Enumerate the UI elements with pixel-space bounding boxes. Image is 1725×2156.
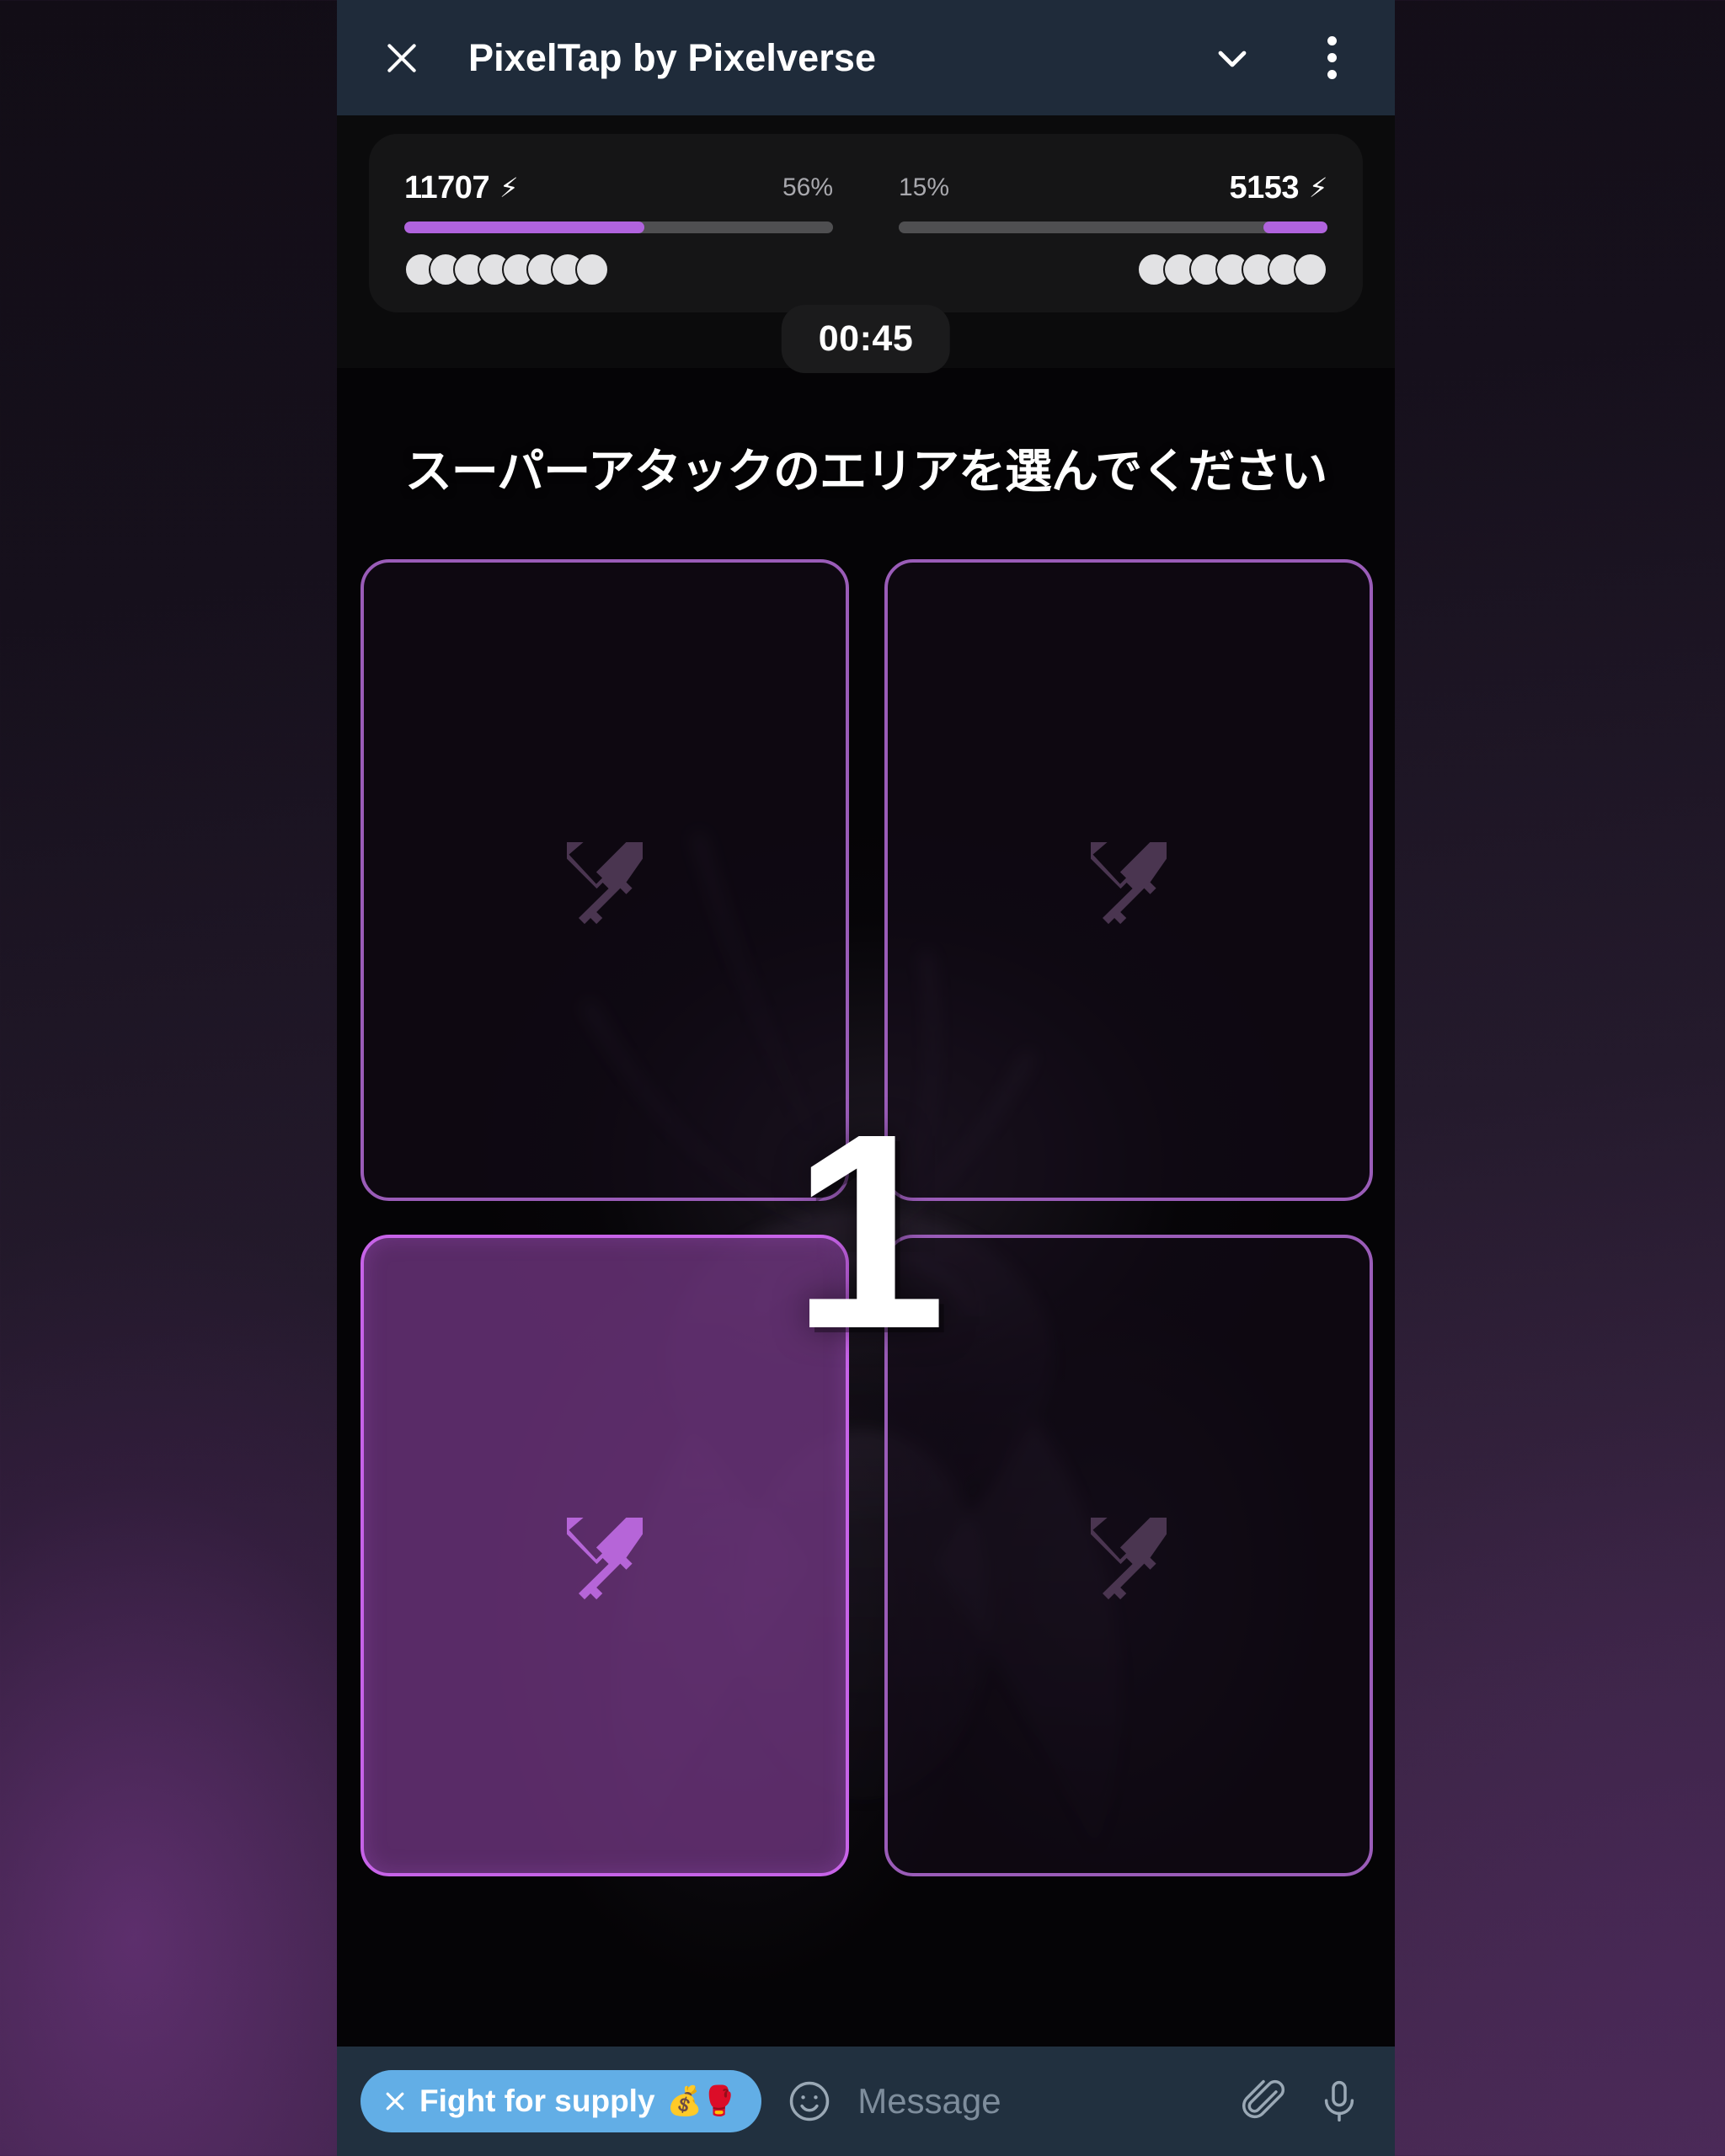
close-icon[interactable] bbox=[376, 32, 428, 84]
attack-cell-bottom-right[interactable] bbox=[884, 1235, 1373, 1876]
smiley-icon[interactable] bbox=[783, 2075, 836, 2127]
energy-bolt-icon: ⚡ bbox=[499, 173, 519, 203]
reply-chip-fight-for-supply[interactable]: Fight for supply 💰🥊 bbox=[360, 2070, 762, 2132]
more-vertical-icon[interactable] bbox=[1307, 34, 1356, 83]
crossed-swords-icon bbox=[554, 1505, 655, 1606]
crossed-swords-icon bbox=[1078, 1505, 1179, 1606]
page-title: PixelTap by Pixelverse bbox=[468, 35, 877, 79]
avatar bbox=[575, 253, 609, 286]
player-left-progress-bar bbox=[404, 221, 833, 233]
message-composer: Fight for supply 💰🥊 Message bbox=[337, 2047, 1395, 2156]
stats-card: 11707 ⚡ 56% 15% 5153 ⚡ bbox=[369, 134, 1363, 312]
player-left-progress-fill bbox=[404, 221, 645, 233]
player-left-stats: 11707 ⚡ 56% bbox=[404, 166, 833, 312]
header-actions bbox=[1208, 34, 1356, 83]
energy-bolt-icon: ⚡ bbox=[1309, 173, 1327, 203]
attack-cell-top-left[interactable] bbox=[360, 559, 849, 1201]
attack-cell-top-right[interactable] bbox=[884, 559, 1373, 1201]
instruction-text: スーパーアタックのエリアを選んでください bbox=[404, 445, 1327, 498]
reply-chip-label: Fight for supply bbox=[419, 2084, 655, 2118]
stats-strip: 11707 ⚡ 56% 15% 5153 ⚡ 00:45 bbox=[337, 115, 1395, 373]
chevron-down-icon[interactable] bbox=[1208, 34, 1257, 83]
player-right-stats: 15% 5153 ⚡ bbox=[899, 166, 1327, 312]
microphone-icon[interactable] bbox=[1312, 2074, 1366, 2128]
match-timer: 00:45 bbox=[781, 305, 951, 373]
app-header: PixelTap by Pixelverse bbox=[337, 0, 1395, 115]
message-input[interactable]: Message bbox=[857, 2081, 1215, 2121]
player-right-progress-fill bbox=[1263, 221, 1327, 233]
player-left-avatars bbox=[404, 252, 833, 287]
crossed-swords-icon bbox=[1078, 830, 1179, 931]
player-right-progress-bar bbox=[899, 221, 1327, 233]
player-right-percent: 15% bbox=[899, 173, 950, 201]
attack-area-grid bbox=[360, 559, 1373, 1876]
attack-cell-bottom-left[interactable] bbox=[360, 1235, 849, 1876]
player-left-score-value: 11707 bbox=[404, 169, 490, 205]
player-left-score: 11707 ⚡ bbox=[404, 169, 519, 206]
close-icon[interactable] bbox=[382, 2089, 408, 2114]
reply-chip-emoji: 💰🥊 bbox=[666, 2085, 738, 2117]
avatar bbox=[1294, 253, 1327, 286]
paperclip-icon[interactable] bbox=[1236, 2074, 1290, 2128]
mini-app-panel: PixelTap by Pixelverse 11707 ⚡ 56% 15% 5… bbox=[337, 0, 1395, 2156]
player-left-percent: 56% bbox=[782, 173, 833, 201]
game-stage: スーパーアタックのエリアを選んでください 1 bbox=[337, 368, 1395, 2095]
crossed-swords-icon bbox=[554, 830, 655, 931]
player-right-score-value: 5153 bbox=[1229, 169, 1300, 205]
player-right-avatars bbox=[899, 252, 1327, 287]
player-right-score: 5153 ⚡ bbox=[1229, 170, 1327, 206]
